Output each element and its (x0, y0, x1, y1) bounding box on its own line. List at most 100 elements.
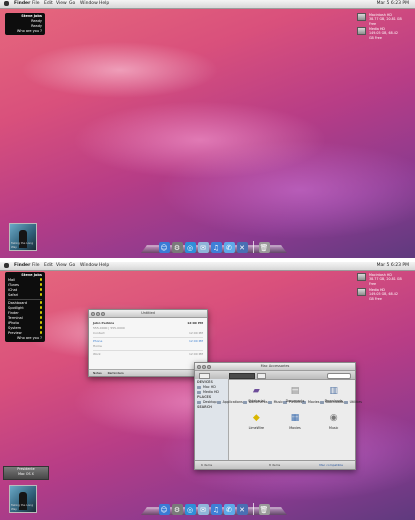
mail-icon[interactable]: ✉ (197, 504, 209, 515)
disk-media-hd[interactable]: Media HD 149.05 GB, 68.42 GB Free (357, 27, 403, 40)
list-item-title: Contact (93, 331, 105, 335)
safari-icon[interactable]: ◎ (184, 242, 196, 253)
safari-icon[interactable]: ◎ (184, 504, 196, 515)
list-item-time: 12:00 PM (187, 321, 203, 325)
finder-item-label: Sidebarial (248, 399, 265, 403)
drive-icon: ▰ (252, 386, 260, 396)
widget-footer[interactable]: Who are you ? (8, 336, 42, 341)
itunes-icon[interactable]: ♫ (210, 242, 222, 253)
finder-item[interactable]: ▥ Downloads (314, 385, 353, 403)
list-item[interactable]: Contact 12:00 PM (89, 331, 207, 336)
list-item[interactable]: Work 12:00 PM (89, 352, 207, 357)
menu-bar: Finder File Edit View Go Window Help Mar… (0, 0, 415, 9)
status-mid: 8 items (269, 463, 281, 467)
status-dot-icon (39, 278, 42, 281)
finder-window[interactable]: Mac Accessories DEVICES Mac HD Media HD … (194, 362, 362, 470)
menu-help[interactable]: Help (99, 0, 109, 8)
downloads-icon: ▥ (329, 386, 338, 396)
notes-window[interactable]: Untitled John Perkins 12:00 PM 555-0000 | … (88, 309, 208, 377)
xcode-icon[interactable]: ✕ (236, 504, 248, 515)
widget-row-label: Safari (8, 293, 19, 297)
menu-window[interactable]: Window (80, 0, 98, 8)
disk-detail: 149.05 GB, 68.42 GB Free (369, 292, 398, 301)
menu-window[interactable]: Window (80, 262, 98, 270)
disk-macintosh-hd[interactable]: Macintosh HD 38.77 GB, 20.81 GB Free (357, 13, 403, 26)
itunes-icon[interactable]: ♫ (210, 504, 222, 515)
finder-item[interactable]: ▦ Movies (276, 412, 315, 430)
menu-edit[interactable]: Edit (44, 262, 53, 270)
widget-row[interactable]: Safari (8, 293, 42, 298)
folder-icon (197, 401, 201, 404)
menu-go[interactable]: Go (69, 0, 75, 8)
finder-item[interactable]: ▤ Documents (276, 385, 315, 403)
menu-view[interactable]: View (56, 0, 67, 8)
status-left: 6 items (201, 463, 213, 467)
widget-footer[interactable]: Who are you ? (8, 29, 42, 34)
finder-item-label: Music (328, 426, 339, 430)
action-button[interactable] (257, 373, 266, 379)
status-dot-icon (39, 326, 42, 329)
menu-file[interactable]: File (32, 0, 40, 8)
status-dot-icon (39, 288, 42, 291)
list-item-title: Work (93, 352, 101, 356)
finder-item[interactable]: ◉ Music (314, 412, 353, 430)
status-dot-icon (39, 301, 42, 304)
menu-file[interactable]: File (32, 262, 40, 270)
notes-titlebar[interactable]: Untitled (89, 310, 207, 318)
finder-titlebar[interactable]: Mac Accessories (195, 363, 355, 371)
xcode-icon[interactable]: ✕ (236, 242, 248, 253)
ichat-icon[interactable]: ✆ (223, 242, 235, 253)
view-switcher[interactable] (229, 373, 255, 379)
finder-status-bar: 6 items 8 items Mac compatible (195, 460, 355, 469)
trash-icon[interactable]: 🗑 (258, 242, 270, 253)
ichat-icon[interactable]: ✆ (223, 504, 235, 515)
reminders-tab[interactable]: Reminders (108, 370, 124, 376)
album-art[interactable]: Taking the Long Way (9, 223, 37, 251)
limewire-icon: ◆ (252, 413, 260, 423)
album-art[interactable]: Taking the Long Way (9, 485, 37, 513)
finder-icon[interactable]: ☺ (158, 242, 170, 253)
apple-menu-icon[interactable] (4, 263, 9, 268)
app-menu[interactable]: Finder (14, 262, 30, 270)
disk-macintosh-hd[interactable]: Macintosh HD 38.77 GB, 20.81 GB Free (357, 273, 403, 286)
hard-drive-icon (357, 27, 366, 35)
menu-edit[interactable]: Edit (44, 0, 53, 8)
login-box[interactable]: Presidente Mac OS X (3, 466, 49, 480)
finder-icon[interactable]: ☺ (158, 504, 170, 515)
disk-media-hd[interactable]: Media HD 149.05 GB, 68.42 GB Free (357, 288, 403, 301)
status-dot-icon (39, 311, 42, 314)
menu-help[interactable]: Help (99, 262, 109, 270)
menu-go[interactable]: Go (69, 262, 75, 270)
app-menu[interactable]: Finder (14, 0, 30, 8)
desktop-screen-top: Finder File Edit View Go Window Help Mar… (0, 0, 415, 258)
finder-item-label: LimeWire (248, 426, 265, 430)
notes-tab[interactable]: Notes (93, 370, 102, 376)
list-item-time: 12:00 PM (189, 352, 203, 356)
system-prefs-icon[interactable]: ⚙ (171, 504, 183, 515)
mail-icon[interactable]: ✉ (197, 242, 209, 253)
hard-drive-icon (357, 273, 366, 281)
list-item[interactable]: Home (89, 344, 207, 349)
divider (93, 350, 203, 351)
dock: ☺ ⚙ ◎ ✉ ♫ ✆ ✕ 🗑 (140, 500, 288, 515)
search-input[interactable] (327, 373, 351, 379)
menubar-clock[interactable]: Mar 5 6:23 PM (377, 0, 409, 8)
status-dot-icon (39, 321, 42, 324)
sidebar-header-search: SEARCH (197, 405, 212, 409)
system-prefs-icon[interactable]: ⚙ (171, 242, 183, 253)
window-title: Untitled (141, 311, 155, 315)
finder-item[interactable]: ◆ LimeWire (237, 412, 276, 430)
disk-detail: 38.77 GB, 20.81 GB Free (369, 277, 402, 286)
finder-item[interactable]: ▰ Sidebarial (237, 385, 276, 403)
dock-separator (252, 503, 254, 515)
status-widget: Steve Jobs Ready Ready Who are you ? (5, 13, 45, 35)
menu-view[interactable]: View (56, 262, 67, 270)
menu-bar: Finder File Edit View Go Window Help Mar… (0, 262, 415, 271)
list-item-title: Home (93, 344, 102, 348)
apple-menu-icon[interactable] (4, 1, 9, 6)
status-widget-expanded: Steve Jobs Mail iTunes iChat Safari Dashboa… (5, 272, 45, 342)
trash-icon[interactable]: 🗑 (258, 504, 270, 515)
disk-detail: 149.05 GB, 68.42 GB Free (369, 31, 398, 40)
status-dot-icon (39, 331, 42, 334)
menubar-clock[interactable]: Mar 5 6:23 PM (377, 262, 409, 270)
